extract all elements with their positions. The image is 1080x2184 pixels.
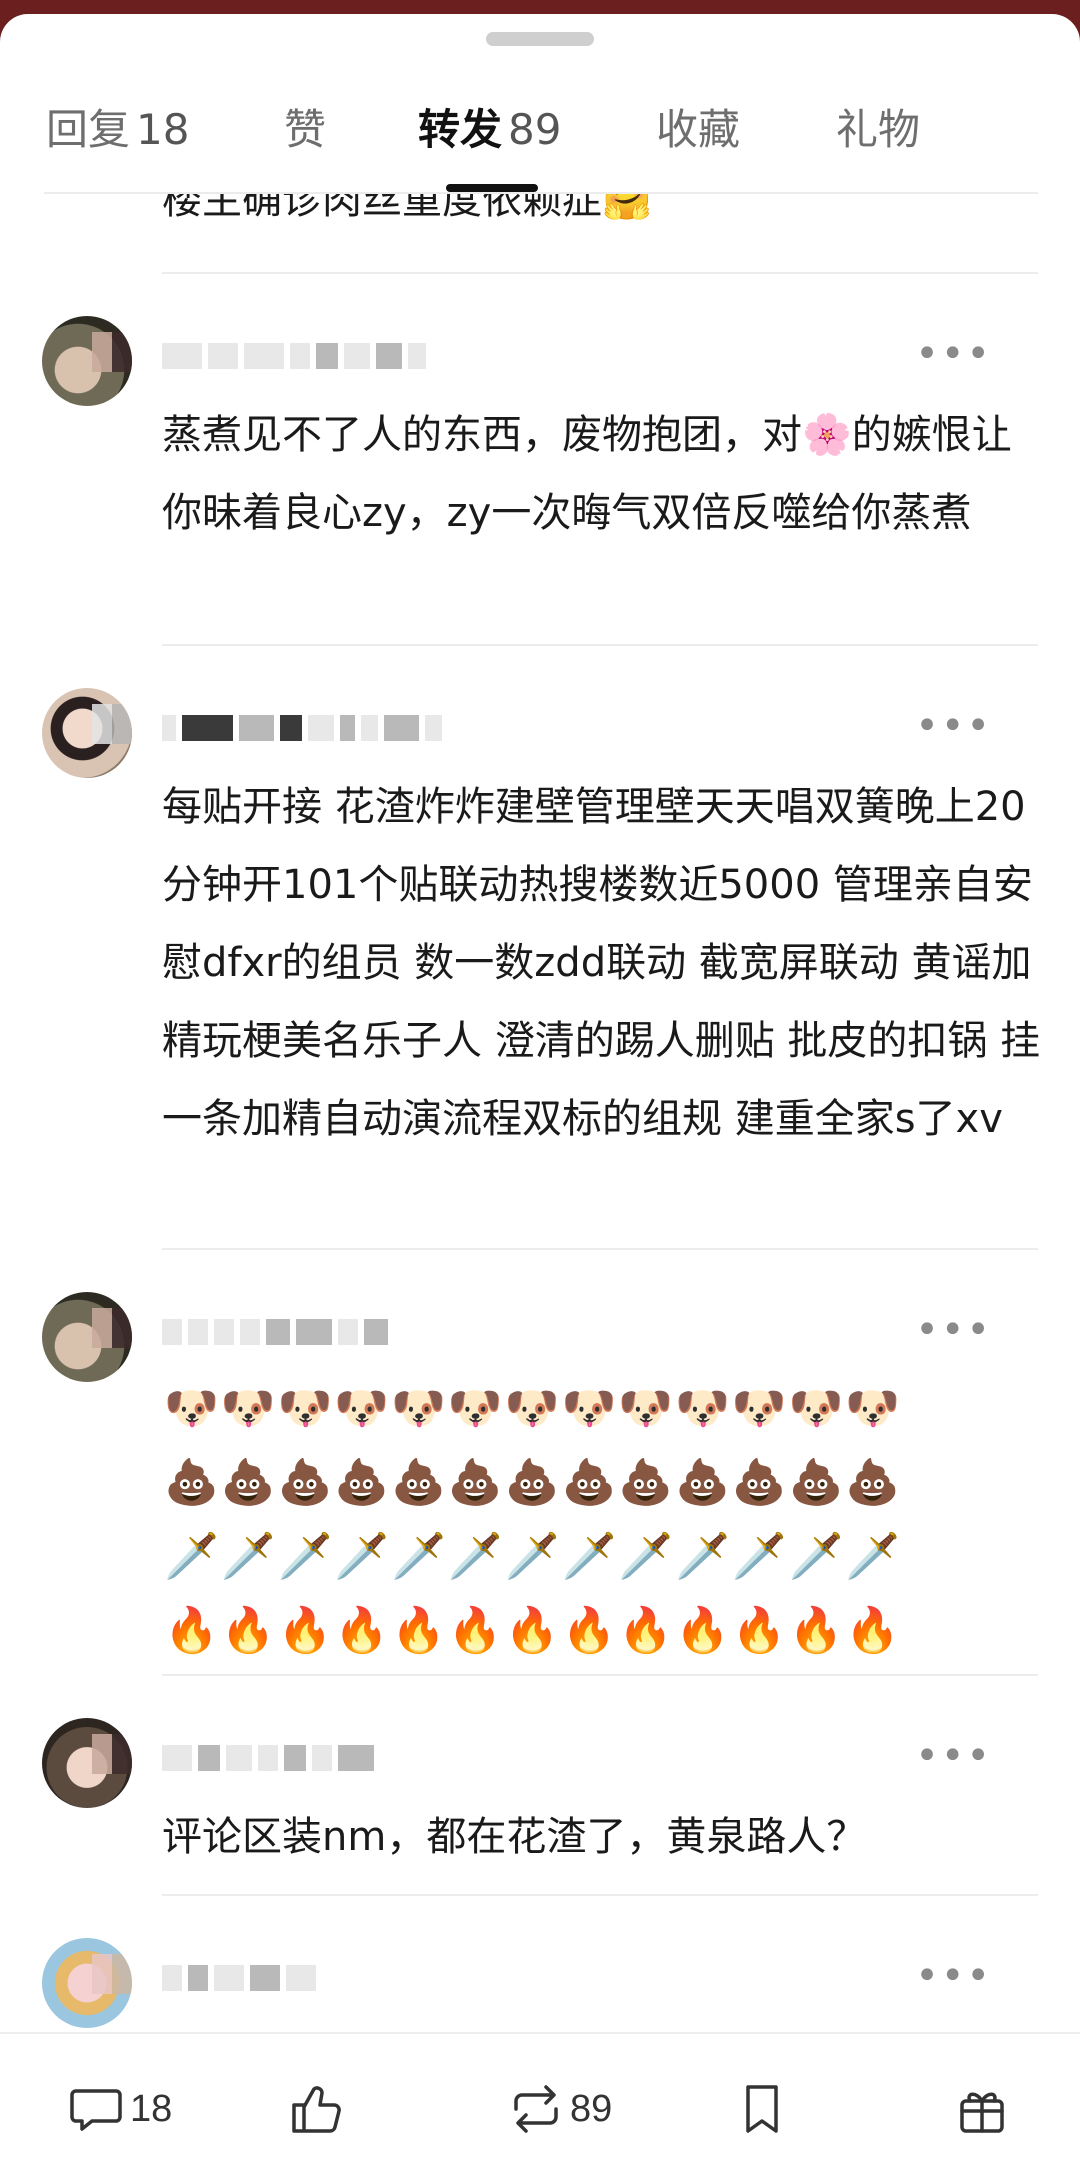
repost-count: 89 bbox=[570, 2087, 613, 2130]
emoji-row-dogs: 🐶🐶🐶🐶🐶🐶🐶🐶🐶🐶🐶🐶🐶 bbox=[164, 1383, 903, 1434]
divider bbox=[162, 1248, 1038, 1250]
avatar[interactable] bbox=[42, 688, 132, 778]
bookmark-icon bbox=[746, 2085, 778, 2133]
username-blurred[interactable] bbox=[162, 1958, 442, 1998]
like-button[interactable] bbox=[286, 2074, 346, 2144]
divider bbox=[162, 644, 1038, 646]
comment-item[interactable]: ••• 🐶🐶🐶🐶🐶🐶🐶🐶🐶🐶🐶🐶🐶 💩💩💩💩💩💩💩💩💩💩💩💩💩 🗡️🗡️🗡️🗡️… bbox=[0, 1292, 1080, 1672]
bookmark-button[interactable] bbox=[732, 2074, 792, 2144]
divider bbox=[162, 1894, 1038, 1896]
comment-item[interactable]: ••• 评论区装nm，都在花渣了，黄泉路人？ bbox=[0, 1718, 1080, 1898]
comment-text: 蒸煮见不了人的东西，废物抱团，对🌸的嫉恨让你昧着良心zy，zy一次晦气双倍反噬给… bbox=[162, 412, 1012, 536]
more-options-icon[interactable]: ••• bbox=[915, 1736, 992, 1776]
gift-button[interactable] bbox=[952, 2074, 1012, 2144]
tab-likes-label: 赞 bbox=[284, 105, 327, 154]
tab-replies[interactable]: 回复 18 bbox=[46, 102, 189, 158]
tab-favorites[interactable]: 收藏 bbox=[656, 102, 740, 158]
comment-count: 18 bbox=[130, 2087, 173, 2130]
gift-icon bbox=[960, 2092, 1004, 2133]
emoji-row-fire: 🔥🔥🔥🔥🔥🔥🔥🔥🔥🔥🔥🔥🔥 bbox=[164, 1605, 903, 1656]
divider bbox=[162, 1674, 1038, 1676]
comment-icon bbox=[70, 2089, 122, 2131]
username-blurred[interactable] bbox=[162, 1738, 442, 1778]
more-options-icon[interactable]: ••• bbox=[915, 1310, 992, 1350]
repost-button[interactable]: 89 bbox=[506, 2074, 612, 2144]
comment-sheet: 回复 18 赞 转发 89 收藏 礼物 楼主确诊肉丝重度依赖症🤗 ••• 蒸煮见不了… bbox=[0, 14, 1080, 2184]
tab-bar: 回复 18 赞 转发 89 收藏 礼物 bbox=[0, 84, 1080, 194]
tab-gifts[interactable]: 礼物 bbox=[836, 102, 920, 158]
tab-gifts-label: 礼物 bbox=[836, 105, 921, 154]
username-blurred[interactable] bbox=[162, 708, 443, 748]
emoji-row-poop: 💩💩💩💩💩💩💩💩💩💩💩💩💩 bbox=[164, 1457, 903, 1508]
comment-button[interactable]: 18 bbox=[66, 2074, 172, 2144]
emoji-row-daggers: 🗡️🗡️🗡️🗡️🗡️🗡️🗡️🗡️🗡️🗡️🗡️🗡️🗡️ bbox=[164, 1531, 903, 1582]
more-options-icon[interactable]: ••• bbox=[915, 1956, 992, 1996]
tab-favorites-label: 收藏 bbox=[656, 105, 741, 154]
tab-replies-count: 18 bbox=[136, 105, 190, 154]
avatar[interactable] bbox=[42, 1292, 132, 1382]
avatar[interactable] bbox=[42, 1718, 132, 1808]
more-options-icon[interactable]: ••• bbox=[915, 334, 992, 374]
tab-replies-label: 回复 bbox=[46, 105, 131, 154]
comment-text: 评论区装nm，都在花渣了，黄泉路人？ bbox=[162, 1814, 867, 1860]
comment-item[interactable]: ••• 每贴开接 花渣炸炸建壁管理壁天天唱双簧晚上20分钟开101个贴联动热搜楼… bbox=[0, 688, 1080, 1142]
like-icon bbox=[292, 2086, 341, 2133]
tab-reposts[interactable]: 转发 89 bbox=[418, 102, 561, 158]
repost-icon bbox=[514, 2085, 558, 2133]
avatar[interactable] bbox=[42, 316, 132, 406]
drag-handle[interactable] bbox=[486, 32, 594, 46]
avatar[interactable] bbox=[42, 1938, 132, 2028]
more-options-icon[interactable]: ••• bbox=[915, 706, 992, 746]
divider bbox=[162, 272, 1038, 274]
username-blurred[interactable] bbox=[162, 1312, 442, 1352]
tab-reposts-label: 转发 bbox=[418, 105, 503, 154]
tab-likes[interactable]: 赞 bbox=[284, 102, 326, 158]
active-tab-indicator bbox=[446, 184, 538, 192]
username-blurred[interactable] bbox=[162, 336, 442, 376]
partial-comment-text: 楼主确诊肉丝重度依赖症🤗 bbox=[162, 194, 652, 223]
comment-feed[interactable]: 楼主确诊肉丝重度依赖症🤗 ••• 蒸煮见不了人的东西，废物抱团，对🌸的嫉恨让你昧… bbox=[0, 194, 1080, 2046]
tab-reposts-count: 89 bbox=[508, 105, 562, 154]
comment-text: 每贴开接 花渣炸炸建壁管理壁天天唱双簧晚上20分钟开101个贴联动热搜楼数近50… bbox=[162, 784, 1041, 1142]
comment-item[interactable]: ••• 蒸煮见不了人的东西，废物抱团，对🌸的嫉恨让你昧着良心zy，zy一次晦气双… bbox=[0, 316, 1080, 576]
comment-item[interactable]: ••• 之前从不正义，看见肉丝正义感大爆发🤓 bbox=[0, 1938, 1080, 2046]
emoji-comment: 🐶🐶🐶🐶🐶🐶🐶🐶🐶🐶🐶🐶🐶 💩💩💩💩💩💩💩💩💩💩💩💩💩 🗡️🗡️🗡️🗡️🗡️🗡️… bbox=[164, 1372, 1044, 1668]
bottom-action-bar: 18 89 bbox=[0, 2032, 1080, 2184]
